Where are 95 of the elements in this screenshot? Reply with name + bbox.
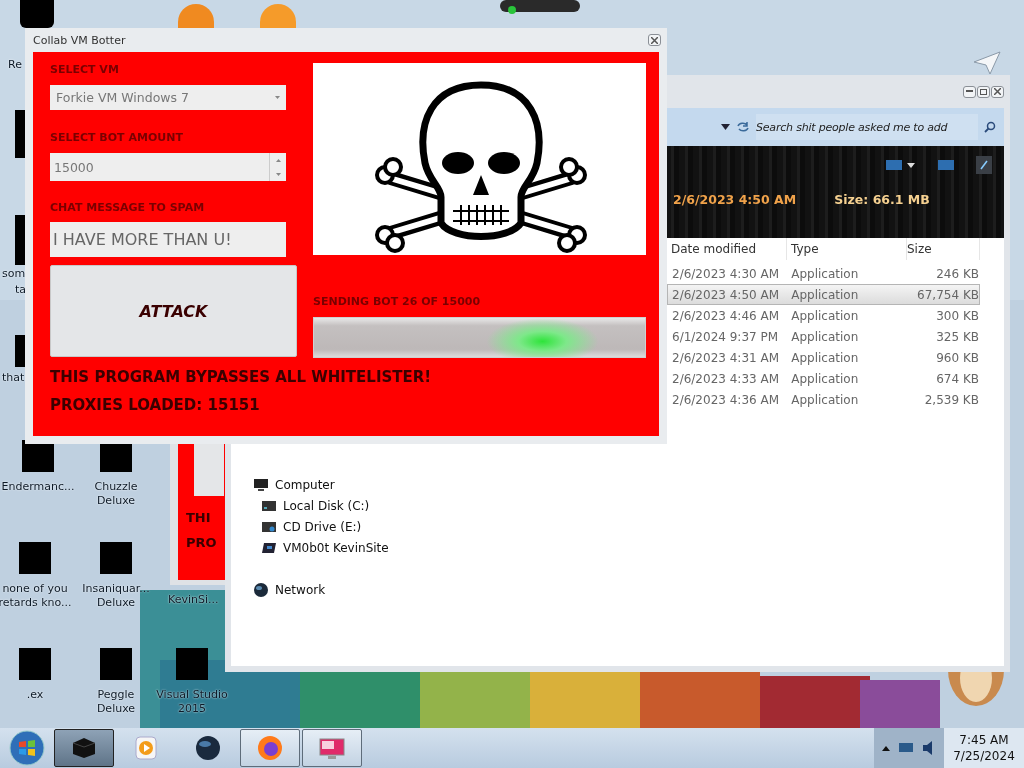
proxies-text: PROXIES LOADED: 15151 — [50, 396, 261, 414]
caret-icon[interactable] — [882, 745, 890, 751]
file-row[interactable]: 6/1/2024 9:37 PM Application 325 KB — [667, 326, 980, 347]
field-label: CHAT MESSAGE TO SPAM — [50, 201, 206, 214]
vm-dropdown[interactable]: Forkie VM Windows 7 — [50, 85, 286, 110]
table-cell-text: 2/6/2023 4:46 AM — [671, 308, 781, 323]
table-cell-text: 325 KB — [935, 329, 979, 344]
caret-icon[interactable] — [721, 124, 730, 130]
icon-label[interactable]: Insaniquar... Deluxe — [78, 582, 154, 610]
table-cell-text: 67,754 KB — [916, 287, 979, 302]
table-cell-text: Application — [790, 329, 860, 344]
notice-text: THI — [186, 510, 212, 525]
icon-label[interactable]: Visual Studio 2015 — [154, 688, 230, 716]
down-arrow-icon[interactable] — [275, 172, 281, 176]
table-cell-text: Application — [790, 266, 860, 281]
minimize-button[interactable] — [963, 85, 976, 98]
close-button[interactable] — [648, 34, 661, 46]
modified-date: 2/6/2023 4:50 AM — [673, 192, 797, 207]
table-cell-text: Application — [790, 350, 860, 365]
message-field[interactable]: I HAVE MORE THAN U! — [50, 222, 286, 257]
file-size: Size: 66.1 MB — [834, 192, 930, 207]
table-cell-text: 674 KB — [935, 371, 979, 386]
notice-text: THIS PROGRAM BYPASSES ALL WHITELISTER! — [50, 368, 433, 386]
table-cell-text: 2/6/2023 4:36 AM — [671, 392, 781, 407]
cube-icon — [71, 737, 97, 759]
taskbar-button[interactable] — [240, 729, 300, 767]
file-row[interactable]: 2/6/2023 4:30 AM Application 246 KB — [667, 263, 980, 284]
search-field[interactable]: Search shit people asked me to add — [756, 114, 978, 140]
icon-label[interactable]: Endermanc... — [1, 480, 75, 494]
file-row[interactable]: 2/6/2023 4:46 AM Application 300 KB — [667, 305, 980, 326]
browser-icon — [257, 735, 283, 761]
icon-label[interactable]: som — [2, 267, 26, 280]
drive-icon — [261, 498, 277, 513]
clock-date: 7/25/2024 — [953, 749, 1015, 763]
nav-item[interactable]: VM0b0t KevinSite — [231, 537, 441, 558]
up-arrow-icon[interactable] — [275, 158, 281, 162]
nav-item[interactable]: Local Disk (C:) — [231, 495, 441, 516]
search-icon[interactable] — [984, 121, 996, 133]
table-cell-text: 6/1/2024 9:37 PM — [671, 329, 780, 344]
monitor-icon — [318, 735, 346, 761]
table-cell-text: 246 KB — [935, 266, 979, 281]
monitor-icon — [253, 477, 269, 492]
field-label: SELECT BOT AMOUNT — [50, 131, 184, 144]
progress-label: SENDING BOT 26 OF 15000 — [313, 295, 482, 308]
start-button[interactable] — [9, 730, 45, 766]
refresh-icon[interactable] — [736, 121, 750, 133]
table-cell-text: Application — [790, 287, 860, 302]
monitor-icon[interactable] — [898, 742, 914, 754]
minimize-icon — [966, 90, 973, 93]
icon-label[interactable]: .ex — [26, 688, 44, 702]
view-icon[interactable] — [886, 159, 916, 171]
notice-text: PRO — [186, 535, 218, 550]
maximize-icon — [980, 88, 987, 95]
pane-icon[interactable] — [938, 159, 954, 171]
close-button[interactable] — [991, 85, 1004, 98]
table-cell-text: 2/6/2023 4:31 AM — [671, 350, 781, 365]
column-header[interactable]: Size — [907, 242, 932, 256]
file-row[interactable]: 2/6/2023 4:33 AM Application 674 KB — [667, 368, 980, 389]
file-row[interactable]: 2/6/2023 4:50 AM Application 67,754 KB — [667, 284, 980, 305]
table-cell-text: 2/6/2023 4:30 AM — [671, 266, 781, 281]
file-row[interactable]: 2/6/2023 4:31 AM Application 960 KB — [667, 347, 980, 368]
icon-label[interactable]: Re — [8, 58, 22, 71]
table-cell-text: 960 KB — [935, 350, 979, 365]
globe-icon — [195, 735, 221, 761]
nav-item[interactable]: Computer — [231, 474, 441, 495]
nav-item[interactable]: CD Drive (E:) — [231, 516, 441, 537]
table-cell-text: Application — [790, 371, 860, 386]
play-icon — [135, 736, 157, 760]
amount-field[interactable]: 15000 — [50, 153, 286, 181]
table-cell-text: 2/6/2023 4:50 AM — [671, 287, 781, 302]
table-cell-text: 300 KB — [935, 308, 979, 323]
icon-label[interactable]: KevinSi... — [168, 593, 219, 606]
drive-icon — [261, 519, 277, 534]
icon-label[interactable]: ta — [15, 283, 27, 296]
table-cell-text: 2,539 KB — [923, 392, 979, 407]
taskbar-button[interactable] — [54, 729, 114, 767]
field-label: SELECT VM — [50, 63, 120, 76]
icon-label[interactable]: Peggle Deluxe — [78, 688, 154, 716]
attack-button[interactable]: ATTACK — [50, 265, 297, 357]
icon-label[interactable]: that — [2, 371, 25, 384]
file-row[interactable]: 2/6/2023 4:36 AM Application 2,539 KB — [667, 389, 980, 410]
icon-label[interactable]: none of you retards kno... — [0, 582, 73, 610]
drive-icon — [261, 540, 277, 555]
window-title: Collab VM Botter — [33, 33, 126, 47]
column-header[interactable]: Date modified — [671, 242, 757, 256]
clock[interactable]: 7:45 AM 7/25/2024 — [944, 728, 1024, 768]
column-header[interactable]: Type — [791, 242, 819, 256]
table-cell-text: 2/6/2023 4:33 AM — [671, 371, 781, 386]
maximize-button[interactable] — [977, 85, 990, 98]
icon-label[interactable]: Chuzzle Deluxe — [78, 480, 154, 508]
table-cell-text: Application — [790, 308, 860, 323]
nav-item[interactable]: Network — [231, 579, 441, 600]
table-cell-text: Application — [790, 392, 860, 407]
globe-icon — [253, 581, 269, 598]
clock-time: 7:45 AM — [959, 733, 1009, 747]
